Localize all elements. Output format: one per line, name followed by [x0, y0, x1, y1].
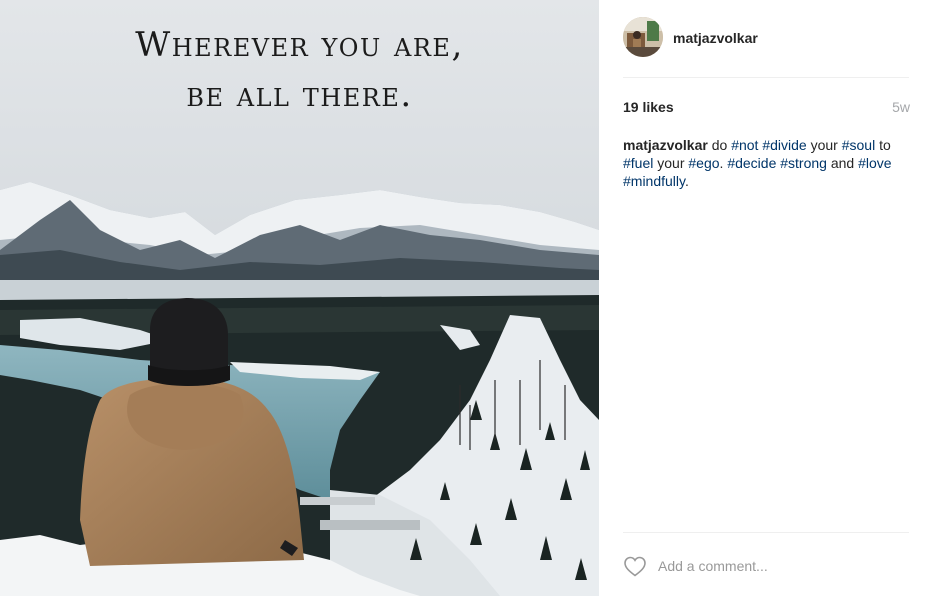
caption-username-link[interactable]: matjazvolkar [623, 137, 708, 153]
post-details-panel: matjazvolkar 19 likes 5w matjazvolkar do… [599, 0, 933, 596]
hashtag-link[interactable]: #strong [780, 155, 827, 171]
image-quote: Wherever you are, be all there. [0, 20, 599, 120]
hashtag-link[interactable]: #decide [727, 155, 776, 171]
author-username-link[interactable]: matjazvolkar [673, 30, 758, 46]
hashtag-link[interactable]: #ego [688, 155, 719, 171]
post-header: matjazvolkar [623, 0, 909, 78]
caption-text-fragment: to [875, 137, 891, 153]
caption-text-fragment: your [806, 137, 842, 153]
hashtag-link[interactable]: #mindfully [623, 173, 685, 189]
caption-text-fragment: do [711, 137, 732, 153]
hashtag-link[interactable]: #not [731, 137, 758, 153]
hashtag-link[interactable]: #fuel [623, 155, 653, 171]
comment-bar [623, 532, 909, 596]
hashtag-link[interactable]: #divide [762, 137, 806, 153]
likes-count[interactable]: 19 likes [623, 99, 674, 115]
user-avatar-icon[interactable] [623, 17, 663, 57]
post-caption: matjazvolkar do #not #divide your #soul … [623, 136, 913, 190]
quote-line-2: be all there. [186, 75, 413, 115]
caption-text-fragment: your [653, 155, 689, 171]
hashtag-link[interactable]: #soul [842, 137, 875, 153]
caption-text-fragment: and [826, 155, 859, 171]
heart-icon[interactable] [623, 555, 647, 577]
post-photo[interactable]: Wherever you are, be all there. [0, 0, 599, 596]
hashtag-link[interactable]: #love [858, 155, 891, 171]
caption-text-fragment: . [685, 173, 689, 189]
add-comment-input[interactable] [658, 555, 898, 577]
post-time-ago[interactable]: 5w [892, 99, 910, 115]
quote-line-1: Wherever you are, [135, 25, 464, 65]
